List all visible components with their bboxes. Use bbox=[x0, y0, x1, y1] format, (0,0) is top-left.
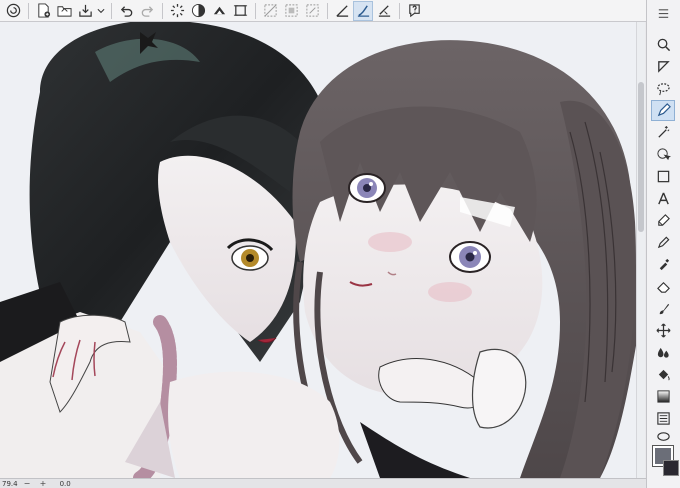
frame-border-icon bbox=[656, 412, 670, 425]
loading-spinner-icon bbox=[170, 3, 184, 18]
zoom-out-button[interactable]: − bbox=[24, 479, 34, 488]
undo-button[interactable] bbox=[116, 1, 136, 21]
marker-icon bbox=[657, 214, 670, 226]
tool-ruler-shape[interactable] bbox=[651, 426, 675, 447]
deselect-icon bbox=[263, 4, 277, 17]
cursor-object-icon bbox=[656, 148, 671, 161]
gradient-icon bbox=[656, 390, 670, 403]
status-bar: 79.4 − + 0.0 bbox=[0, 478, 646, 488]
water-drops-icon bbox=[657, 347, 669, 358]
selection-frame-button[interactable] bbox=[230, 1, 250, 21]
eraser-icon bbox=[656, 281, 670, 293]
rotation-value[interactable]: 0.0 bbox=[60, 480, 71, 488]
redo-button[interactable] bbox=[137, 1, 157, 21]
tool-palette bbox=[646, 0, 680, 488]
ruler-button[interactable] bbox=[332, 1, 352, 21]
crop-icon bbox=[305, 4, 319, 17]
save-dropdown-button[interactable] bbox=[96, 1, 106, 21]
tool-rectangle[interactable] bbox=[651, 166, 675, 187]
magnifier-icon bbox=[657, 38, 670, 52]
zoom-level[interactable]: 79.4 bbox=[2, 480, 18, 488]
invert-selection-button[interactable] bbox=[281, 1, 301, 21]
tool-text[interactable] bbox=[651, 188, 675, 209]
palette-menu-button[interactable] bbox=[651, 3, 675, 24]
pen-stroke-button[interactable] bbox=[353, 0, 373, 21]
undo-icon bbox=[120, 6, 132, 17]
text-icon bbox=[657, 192, 669, 205]
tool-move[interactable] bbox=[651, 320, 675, 341]
sub-color-swatch[interactable] bbox=[663, 460, 679, 476]
transform-button[interactable] bbox=[209, 1, 229, 21]
ruler-icon bbox=[335, 5, 348, 17]
redo-icon bbox=[141, 6, 153, 17]
pen-stroke-icon bbox=[357, 5, 369, 17]
scrollbar-thumb[interactable] bbox=[638, 82, 644, 232]
lasso-icon bbox=[656, 83, 670, 96]
invert-selection-icon bbox=[284, 4, 298, 17]
bucket-icon bbox=[658, 369, 670, 381]
drawing-canvas[interactable] bbox=[0, 22, 645, 478]
tool-eraser[interactable] bbox=[651, 276, 675, 297]
stabilizer-button[interactable] bbox=[374, 1, 394, 21]
app-menu-icon bbox=[6, 3, 20, 18]
move-arrows-icon bbox=[656, 323, 670, 338]
chevron-down-icon bbox=[97, 8, 105, 14]
deselect-button[interactable] bbox=[260, 1, 280, 21]
tool-gradient[interactable] bbox=[651, 386, 675, 407]
tool-blend[interactable] bbox=[651, 342, 675, 363]
transform-icon bbox=[213, 6, 225, 15]
help-button[interactable] bbox=[404, 1, 424, 21]
zoom-in-button[interactable]: + bbox=[40, 479, 50, 488]
save-icon bbox=[78, 4, 92, 17]
fill-button[interactable] bbox=[188, 1, 208, 21]
tool-zoom[interactable] bbox=[651, 34, 675, 55]
brush-icon bbox=[659, 303, 669, 315]
open-folder-icon bbox=[56, 6, 72, 17]
tool-move-layer[interactable] bbox=[651, 56, 675, 77]
new-file-icon bbox=[37, 3, 50, 18]
vertical-scrollbar[interactable] bbox=[636, 22, 645, 478]
tool-magic-wand[interactable] bbox=[651, 122, 675, 143]
crop-button[interactable] bbox=[302, 1, 322, 21]
save-button[interactable] bbox=[75, 1, 95, 21]
fill-bucket-icon bbox=[191, 3, 205, 18]
tool-marker[interactable] bbox=[651, 210, 675, 231]
tool-pencil[interactable] bbox=[651, 232, 675, 253]
stabilizer-icon bbox=[378, 5, 390, 17]
new-file-button[interactable] bbox=[33, 1, 53, 21]
tool-lasso[interactable] bbox=[651, 78, 675, 99]
airbrush-icon bbox=[659, 258, 669, 271]
magic-wand-icon bbox=[657, 125, 669, 138]
help-icon bbox=[408, 4, 420, 18]
rectangle-icon bbox=[657, 170, 669, 183]
pen-icon bbox=[657, 103, 671, 117]
tool-airbrush[interactable] bbox=[651, 254, 675, 275]
pencil-icon bbox=[657, 236, 669, 249]
selection-frame-icon bbox=[233, 5, 247, 16]
illustration-artwork bbox=[0, 22, 645, 478]
app-menu-button[interactable] bbox=[3, 1, 23, 21]
menu-icon bbox=[658, 9, 668, 18]
paint-app-window: 79.4 − + 0.0 bbox=[0, 0, 680, 488]
ellipse-icon bbox=[656, 432, 670, 441]
tool-fill[interactable] bbox=[651, 364, 675, 385]
command-bar bbox=[0, 0, 680, 22]
open-file-button[interactable] bbox=[54, 1, 74, 21]
busy-indicator bbox=[167, 1, 187, 21]
triangle-select-icon bbox=[657, 61, 670, 73]
tool-object[interactable] bbox=[651, 144, 675, 165]
tool-brush[interactable] bbox=[651, 298, 675, 319]
tool-pen[interactable] bbox=[651, 100, 675, 121]
